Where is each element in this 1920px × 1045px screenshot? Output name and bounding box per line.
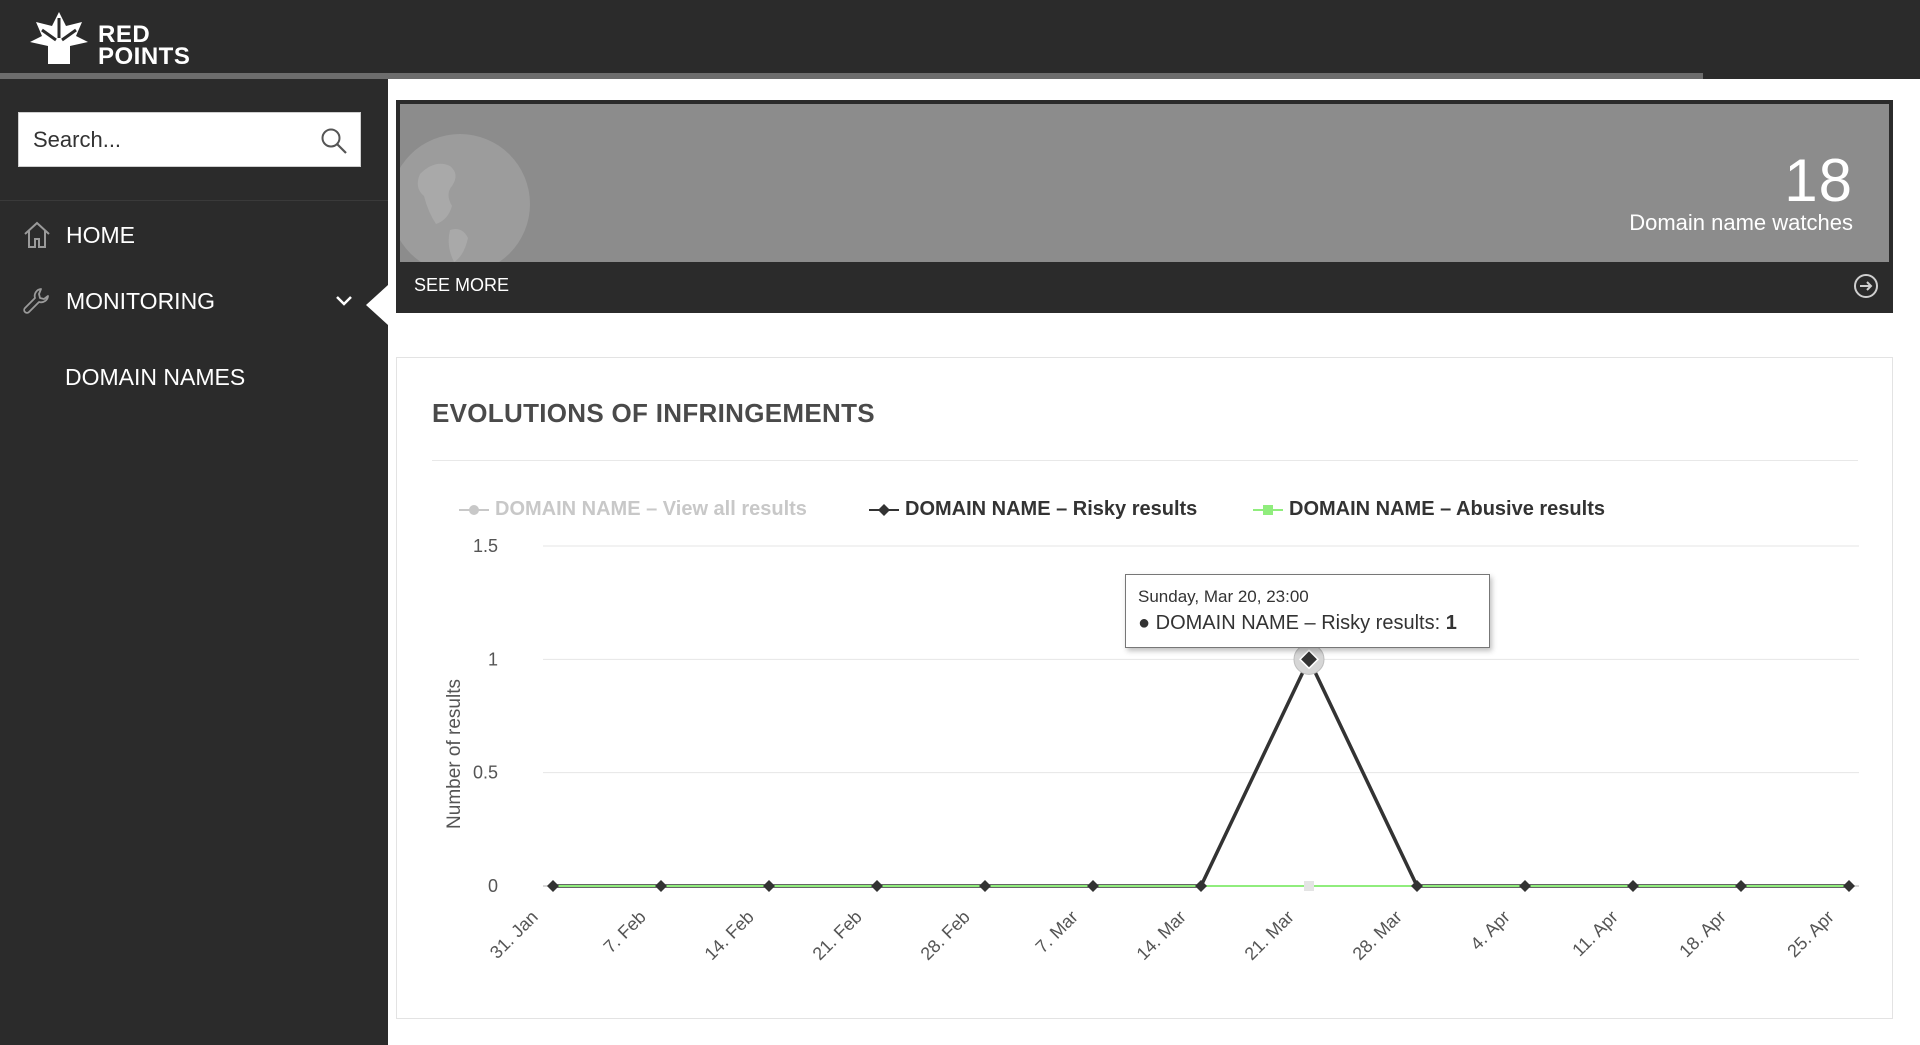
brand-logo[interactable]: RED POINTS [28, 8, 208, 70]
search-icon[interactable] [320, 127, 348, 155]
series-point-risky [1195, 880, 1207, 892]
series-point-risky [763, 880, 775, 892]
stat-label: Domain name watches [1629, 210, 1853, 235]
main-content: 18 Domain name watches SEE MORE EVOLUTIO… [388, 79, 1920, 1045]
x-tick-label: 14. Feb [701, 907, 758, 964]
tooltip-value: 1 [1445, 612, 1457, 634]
sidebar-item-home[interactable]: HOME [0, 207, 388, 263]
x-tick-label: 21. Feb [809, 907, 866, 964]
tooltip-series-line: ● DOMAIN NAME – Risky results: 1 [1138, 612, 1457, 634]
active-item-pointer [366, 285, 388, 325]
chevron-down-icon [336, 296, 352, 306]
top-bar: RED POINTS [0, 0, 1920, 74]
x-tick-label: 4. Apr [1466, 907, 1513, 954]
series-point-risky [655, 880, 667, 892]
stat-card-domain-watches: 18 Domain name watches SEE MORE [396, 100, 1893, 313]
home-icon [24, 221, 50, 248]
sidebar-item-label: HOME [66, 221, 135, 248]
series-point-abusive [1304, 881, 1314, 891]
stat-value: 18 [1784, 147, 1853, 214]
x-tick-label: 11. Apr [1568, 907, 1622, 961]
sidebar-item-monitoring[interactable]: MONITORING [0, 273, 388, 329]
y-tick-label: 1.5 [473, 536, 498, 556]
x-tick-label: 25. Apr [1783, 907, 1837, 961]
brand-name: RED POINTS [98, 23, 191, 70]
sidebar-item-label: MONITORING [66, 287, 216, 314]
x-tick-label: 28. Feb [917, 907, 974, 964]
x-tick-label: 18. Apr [1675, 907, 1729, 961]
see-more-link[interactable]: SEE MORE [400, 262, 1889, 309]
tooltip-series-name: DOMAIN NAME – Risky results: [1155, 612, 1446, 634]
chart-card: EVOLUTIONS OF INFRINGEMENTS DOMAIN NAME … [396, 357, 1893, 1019]
series-point-risky [979, 880, 991, 892]
y-axis-label: Number of results [444, 679, 465, 829]
sidebar-item-domain-names[interactable]: DOMAIN NAMES [0, 349, 388, 405]
x-tick-label: 14. Mar [1133, 907, 1190, 964]
series-point-risky [1411, 880, 1423, 892]
x-tick-label: 28. Mar [1349, 907, 1406, 964]
series-point-risky [1519, 880, 1531, 892]
series-point-risky [1735, 880, 1747, 892]
sidebar: HOME MONITORING DOMAIN NAMES [0, 79, 388, 1045]
y-tick-label: 0.5 [473, 763, 498, 783]
sidebar-divider [0, 200, 388, 201]
series-point-risky [1087, 880, 1099, 892]
x-tick-label: 31. Jan [486, 907, 542, 963]
y-tick-label: 1 [488, 649, 498, 669]
see-more-label: SEE MORE [414, 275, 510, 295]
stat-card-body: 18 Domain name watches [400, 104, 1889, 262]
series-point-risky [1627, 880, 1639, 892]
search-input[interactable] [33, 113, 313, 166]
search-box [18, 112, 361, 167]
brand-line-2: POINTS [98, 43, 191, 70]
y-tick-label: 0 [488, 876, 498, 896]
series-point-risky [1843, 880, 1855, 892]
sidebar-item-label: DOMAIN NAMES [65, 363, 246, 390]
globe-icon [400, 134, 530, 262]
x-tick-label: 7. Feb [600, 907, 650, 957]
wrench-icon [23, 288, 49, 314]
x-tick-label: 7. Mar [1032, 907, 1082, 957]
red-points-logo-icon [30, 12, 88, 64]
series-point-risky [871, 880, 883, 892]
arrow-right-circle-icon[interactable] [1853, 273, 1879, 299]
series-point-risky [547, 880, 559, 892]
x-tick-label: 21. Mar [1241, 907, 1298, 964]
line-chart: 0 0.5 1 1.5 31. Jan 7. Feb 14. Feb 21. Feb 28. F… [444, 536, 1859, 964]
chart-tooltip: Sunday, Mar 20, 23:00 ● DOMAIN NAME – Ri… [1125, 574, 1490, 648]
tooltip-date: Sunday, Mar 20, 23:00 [1138, 587, 1309, 606]
